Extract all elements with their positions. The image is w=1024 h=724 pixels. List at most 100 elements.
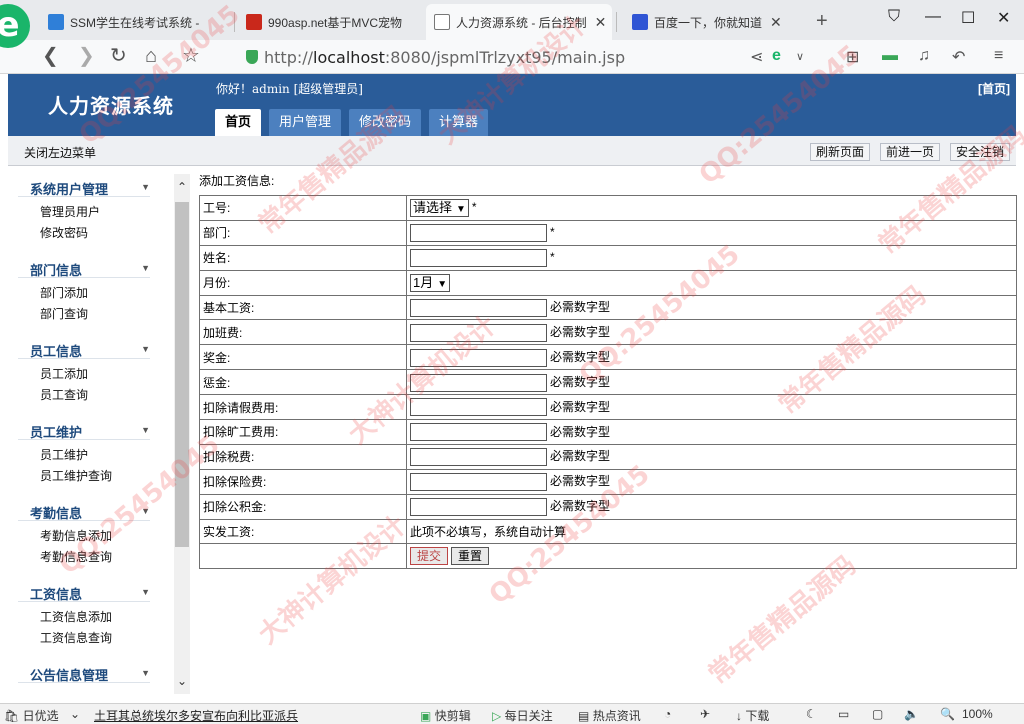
- menu-group-title: 员工维护: [30, 425, 83, 440]
- share-icon[interactable]: ⋖: [750, 47, 763, 67]
- hot-news[interactable]: ▤ 热点资讯: [578, 707, 641, 724]
- form-row: 惩金: 必需数字型: [199, 369, 1017, 396]
- field-input[interactable]: [410, 473, 547, 492]
- speed-icon[interactable]: ◔: [664, 707, 671, 721]
- browser-tab-title: SSM学生在线考试系统 -: [70, 15, 200, 30]
- window-icon[interactable]: ▢: [872, 707, 883, 721]
- menu-group-header[interactable]: 工资信息 ▼: [18, 572, 150, 602]
- daily-focus[interactable]: ▷ 每日关注: [492, 707, 553, 724]
- sidebar-item[interactable]: 工资信息查询: [8, 628, 174, 649]
- menu-group-header[interactable]: 员工信息 ▼: [18, 329, 150, 359]
- dropdown-icon[interactable]: ∨: [796, 50, 804, 63]
- menu-group-header[interactable]: 部门信息 ▼: [18, 248, 150, 278]
- pin-icon[interactable]: ⛉: [888, 8, 900, 26]
- zoom-level[interactable]: 100%: [962, 707, 993, 721]
- sidebar-item[interactable]: 管理员用户: [8, 202, 174, 223]
- menu-group-header[interactable]: 考勤信息 ▼: [18, 491, 150, 521]
- select-value: 1月: [413, 274, 434, 290]
- sidebar-item[interactable]: 工资信息添加: [8, 607, 174, 628]
- sidebar-item[interactable]: 考勤信息添加: [8, 526, 174, 547]
- tab-close-icon[interactable]: ✕: [770, 14, 782, 31]
- close-window-icon[interactable]: ✕: [997, 8, 1010, 28]
- field-select[interactable]: 1月 ▼: [410, 273, 451, 292]
- browser-tab[interactable]: 人力资源系统 - 后台控制 ✕: [426, 4, 612, 40]
- field-input[interactable]: [410, 348, 547, 367]
- sidebar-scrollbar[interactable]: ⌃ ⌄: [174, 174, 190, 694]
- scroll-thumb[interactable]: [175, 202, 189, 547]
- tab-close-icon[interactable]: ✕: [595, 14, 607, 31]
- url-field[interactable]: http://localhost:8080/jspmlTrlzyxt95/mai…: [264, 48, 625, 67]
- field-select[interactable]: 请选择 ▼: [410, 198, 469, 217]
- field-input[interactable]: [410, 498, 547, 517]
- battery-icon[interactable]: ▬: [882, 47, 898, 65]
- browser-tab[interactable]: 百度一下，你就知道 ✕: [624, 6, 804, 38]
- chevron-down-icon: ▼: [437, 278, 448, 290]
- field-input[interactable]: [410, 323, 547, 342]
- menu-group-header[interactable]: 员工维护 ▼: [18, 410, 150, 440]
- engine-icon[interactable]: e: [772, 47, 781, 65]
- moon-icon[interactable]: ☾: [806, 707, 817, 721]
- sidebar-item[interactable]: 考勤信息查询: [8, 547, 174, 568]
- sidebar-item[interactable]: 修改密码: [8, 223, 174, 244]
- field-input[interactable]: [410, 423, 547, 442]
- menu-group-title: 部门信息: [30, 263, 83, 278]
- forward-page-button[interactable]: 前进一页: [880, 143, 941, 161]
- back-icon[interactable]: ❮: [42, 45, 59, 67]
- zoom-search-icon[interactable]: 🔍: [940, 707, 955, 721]
- daily-picks[interactable]: 🛍 日优选: [4, 707, 59, 724]
- nav-tab-user-management[interactable]: 用户管理: [269, 109, 342, 136]
- download-label: 下载: [745, 709, 770, 723]
- download[interactable]: ↓ 下载: [736, 707, 769, 724]
- status-bar: 🛍 日优选 ⌄ 土耳其总统埃尔多安宣布向利比亚派兵 ▣ 快剪辑 ▷ 每日关注 ▤…: [0, 703, 1024, 724]
- sidebar-item[interactable]: 员工添加: [8, 364, 174, 385]
- browser-tab[interactable]: SSM学生在线考试系统 -: [40, 6, 230, 38]
- field-input[interactable]: [410, 223, 547, 242]
- logout-button[interactable]: 安全注销: [950, 143, 1011, 161]
- field-hint: 必需数字型: [550, 300, 611, 315]
- field-input[interactable]: [410, 373, 547, 392]
- undo-icon[interactable]: ↶: [952, 47, 965, 67]
- headphones-icon[interactable]: ♫: [918, 47, 930, 65]
- field-label: 工号:: [199, 195, 407, 221]
- scroll-up-icon[interactable]: ⌃: [174, 180, 190, 198]
- maximize-icon[interactable]: ☐: [961, 8, 975, 28]
- field-input[interactable]: [410, 398, 547, 417]
- nav-tab-calculator[interactable]: 计算器: [429, 109, 489, 136]
- apps-grid-icon[interactable]: ⊞: [846, 47, 859, 67]
- field-input[interactable]: [410, 248, 547, 267]
- reload-icon[interactable]: ↻: [110, 45, 127, 67]
- scroll-down-icon[interactable]: ⌄: [174, 674, 190, 692]
- forward-icon[interactable]: ❯: [78, 45, 95, 67]
- volume-icon[interactable]: 🔈: [904, 707, 919, 721]
- menu-group-title: 考勤信息: [30, 506, 83, 521]
- nav-tab-change-password[interactable]: 修改密码: [349, 109, 422, 136]
- tools-icon[interactable]: ✈: [700, 707, 710, 721]
- favorite-star-icon[interactable]: ☆: [182, 45, 200, 67]
- news-ticker-link[interactable]: 土耳其总统埃尔多安宣布向利比亚派兵: [94, 707, 298, 724]
- paw-icon: [632, 14, 648, 30]
- refresh-page-button[interactable]: 刷新页面: [810, 143, 871, 161]
- nav-tab-home[interactable]: 首页: [215, 109, 262, 136]
- menu-icon[interactable]: ≡: [994, 47, 1003, 65]
- sidebar-item[interactable]: 部门添加: [8, 283, 174, 304]
- chevron-down-icon: ▼: [141, 263, 150, 273]
- toggle-left-menu-link[interactable]: 关闭左边菜单: [24, 144, 96, 161]
- minimize-icon[interactable]: —: [925, 8, 941, 26]
- home-icon[interactable]: ⌂: [145, 45, 157, 67]
- menu-group-header[interactable]: 公告信息管理 ▼: [18, 653, 150, 683]
- menu-group-header[interactable]: 系统用户管理 ▼: [18, 167, 150, 197]
- news-chevron-icon[interactable]: ⌄: [70, 707, 80, 721]
- new-tab-icon[interactable]: +: [816, 10, 828, 33]
- sidebar-item[interactable]: 员工维护: [8, 445, 174, 466]
- submit-button[interactable]: 提交: [410, 547, 449, 566]
- home-link[interactable]: [首页]: [978, 80, 1010, 97]
- browser-tab[interactable]: 990asp.net基于MVC宠物: [238, 6, 418, 38]
- sidebar-item[interactable]: 员工查询: [8, 385, 174, 406]
- sidebar-item[interactable]: 员工维护查询: [8, 466, 174, 487]
- field-input[interactable]: [410, 298, 547, 317]
- layout-icon[interactable]: ▭: [838, 707, 849, 721]
- quick-clip[interactable]: ▣ 快剪辑: [420, 707, 471, 724]
- sidebar-item[interactable]: 部门查询: [8, 304, 174, 325]
- field-input[interactable]: [410, 448, 547, 467]
- reset-button[interactable]: 重置: [451, 547, 490, 566]
